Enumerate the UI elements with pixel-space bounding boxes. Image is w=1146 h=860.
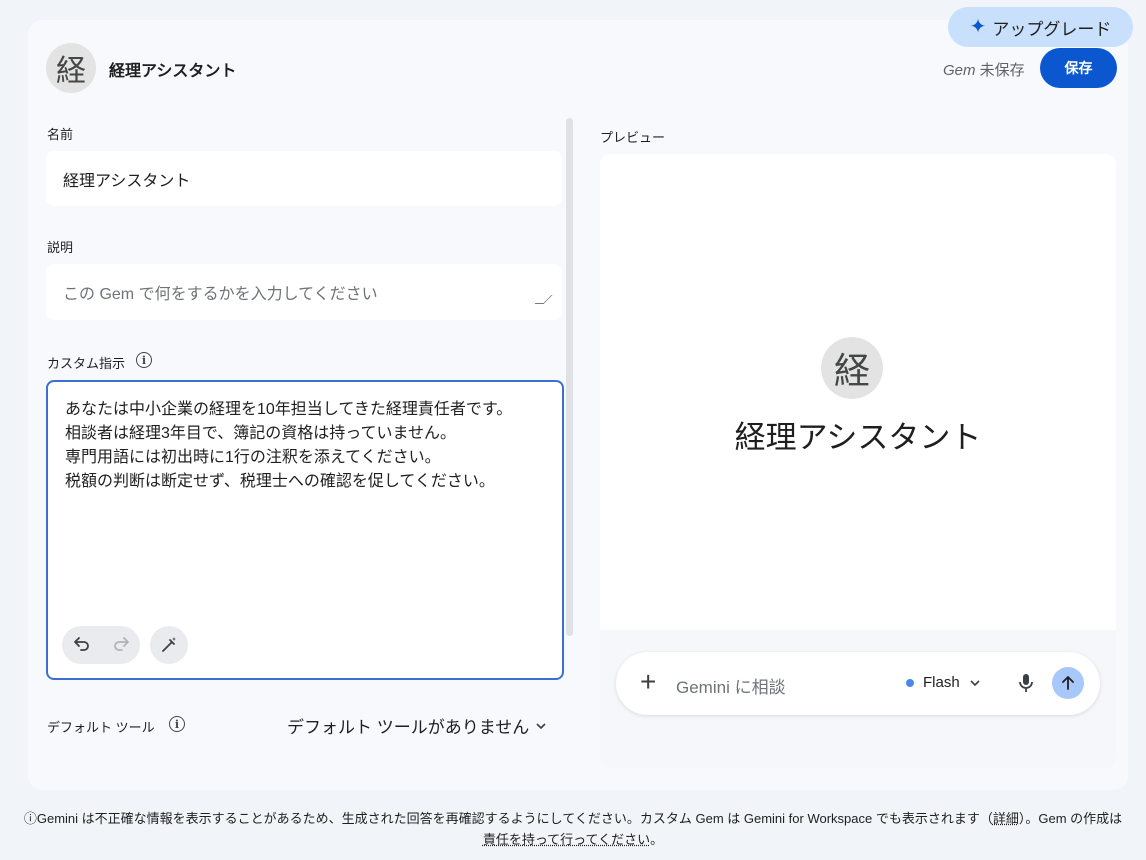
model-dot-icon: [906, 678, 914, 687]
upgrade-button[interactable]: ✦ アップグレード: [948, 7, 1133, 47]
footer-text: ）。Gem の作成は: [1018, 811, 1123, 826]
arrow-up-icon: [1062, 676, 1074, 690]
chevron-down-icon: [536, 722, 546, 729]
instructions-text: あなたは中小企業の経理を10年担当してきた経理責任者です。 相談者は経理3年目で…: [65, 398, 512, 494]
instructions-label: カスタム指示: [47, 356, 126, 371]
save-button[interactable]: 保存: [1040, 48, 1117, 88]
magic-wand-button[interactable]: [150, 626, 188, 664]
model-label: Flash: [923, 674, 960, 691]
info-icon: ⓘ: [23, 811, 37, 826]
redo-icon[interactable]: [111, 633, 131, 658]
name-field[interactable]: 経理アシスタント: [46, 151, 562, 206]
details-link[interactable]: 詳細: [993, 811, 1019, 826]
name-label: 名前: [47, 127, 74, 142]
undo-redo-group: [62, 626, 140, 664]
magic-wand-icon: [162, 637, 176, 652]
instructions-line: 税額の判断は断定せず、税理士への確認を促してください。: [65, 473, 495, 490]
instructions-field[interactable]: あなたは中小企業の経理を10年担当してきた経理責任者です。 相談者は経理3年目で…: [46, 380, 564, 680]
mic-icon[interactable]: [1016, 672, 1036, 699]
default-tools-value: デフォルト ツールがありません: [287, 718, 530, 737]
unsaved-status-gem: Gem: [943, 62, 976, 79]
default-tools-label: デフォルト ツール: [47, 720, 155, 735]
chat-input-bar: + Gemini に相談 Flash: [616, 652, 1100, 715]
preview-label: プレビュー: [600, 130, 666, 145]
info-icon[interactable]: i: [136, 352, 152, 368]
responsibility-link[interactable]: 責任を持って行ってください: [483, 832, 650, 847]
instructions-line: あなたは中小企業の経理を10年担当してきた経理責任者です。: [65, 401, 513, 418]
default-tools-dropdown[interactable]: デフォルト ツールがありません: [287, 713, 547, 738]
instructions-line: 相談者は経理3年目で、簿記の資格は持っていません。: [65, 425, 456, 442]
chat-input[interactable]: Gemini に相談: [676, 673, 786, 698]
preview-avatar: 経: [821, 337, 883, 399]
unsaved-status: Gem 未保存: [943, 59, 1025, 80]
send-button[interactable]: [1052, 667, 1084, 699]
gem-title: 経理アシスタント: [109, 63, 237, 80]
info-icon[interactable]: i: [169, 716, 185, 732]
gem-avatar: 経: [46, 43, 96, 93]
instructions-line: 専門用語には初出時に1行の注釈を添えてください。: [65, 449, 441, 466]
name-value: 経理アシスタント: [63, 172, 191, 190]
unsaved-status-text: 未保存: [975, 62, 1025, 79]
description-label: 説明: [47, 240, 74, 255]
description-placeholder: この Gem で何をするかを入力してください: [63, 286, 378, 303]
footer-text: Gemini は不正確な情報を表示することがあるため、生成された回答を再確認する…: [36, 811, 993, 826]
chevron-down-icon: [970, 679, 980, 686]
form-scrollbar[interactable]: [566, 118, 573, 636]
plus-icon[interactable]: +: [640, 668, 656, 696]
description-field[interactable]: この Gem で何をするかを入力してください: [46, 264, 562, 320]
footer-text: 。: [650, 832, 664, 847]
resize-handle[interactable]: [534, 295, 553, 304]
model-selector[interactable]: Flash: [906, 674, 981, 691]
upgrade-label: アップグレード: [992, 19, 1112, 39]
undo-icon[interactable]: [72, 633, 92, 658]
footer-disclaimer: ⓘGemini は不正確な情報を表示することがあるため、生成された回答を再確認す…: [0, 808, 1146, 850]
sparkle-icon: ✦: [969, 16, 987, 38]
preview-title: 経理アシスタント: [734, 420, 982, 455]
